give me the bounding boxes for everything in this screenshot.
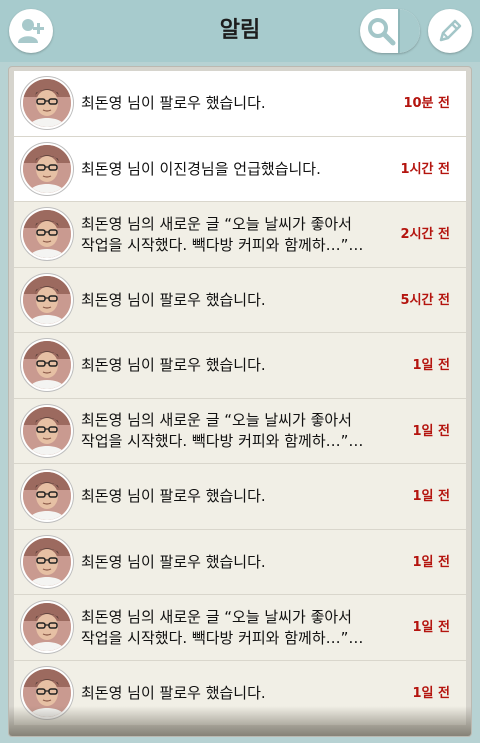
search-icon [368, 18, 396, 46]
header-bar: 알림 [0, 0, 480, 62]
notification-item[interactable]: 최돈영 님이 팔로우 했습니다. 10분 전 [14, 71, 466, 137]
notification-item[interactable]: 최돈영 님의 새로운 글 “오늘 날씨가 좋아서 작업을 시작했다. 빽다방 커… [14, 202, 466, 268]
notification-item[interactable]: 최돈영 님의 새로운 글 “오늘 날씨가 좋아서 작업을 시작했다. 빽다방 커… [14, 398, 466, 464]
profile-photo-icon [23, 275, 71, 324]
avatar[interactable] [21, 273, 73, 326]
notification-item[interactable]: 최돈영 님이 팔로우 했습니다. 1일 전 [14, 660, 466, 726]
notification-message: 최돈영 님이 팔로우 했습니다. [81, 487, 266, 505]
notification-message: 최돈영 님의 새로운 글 “오늘 날씨가 좋아서 작업을 시작했다. 빽다방 커… [81, 214, 364, 254]
notification-item[interactable]: 최돈영 님이 이진경님을 언급했습니다. 1시간 전 [14, 136, 466, 202]
avatar[interactable] [21, 208, 73, 260]
search-toggle-button[interactable] [360, 9, 420, 53]
avatar[interactable] [21, 666, 73, 719]
profile-photo-icon [23, 341, 71, 389]
notification-message: 최돈영 님이 팔로우 했습니다. [81, 94, 266, 112]
notification-list: 최돈영 님이 팔로우 했습니다. 10분 전 최돈영 님이 이진경님을 언급했습… [14, 71, 466, 726]
avatar[interactable] [21, 77, 73, 129]
profile-photo-icon [23, 406, 71, 455]
notification-text: 최돈영 님이 팔로우 했습니다. [81, 464, 381, 529]
profile-photo-icon [23, 472, 71, 520]
notification-item[interactable]: 최돈영 님의 새로운 글 “오늘 날씨가 좋아서 작업을 시작했다. 빽다방 커… [14, 595, 466, 661]
notification-panel: 최돈영 님이 팔로우 했습니다. 10분 전 최돈영 님이 이진경님을 언급했습… [8, 66, 472, 737]
notification-message: 최돈영 님의 새로운 글 “오늘 날씨가 좋아서 작업을 시작했다. 빽다방 커… [81, 411, 364, 450]
notification-text: 최돈영 님이 이진경님을 언급했습니다. [81, 137, 381, 202]
notification-message: 최돈영 님이 팔로우 했습니다. [81, 290, 266, 309]
notification-item[interactable]: 최돈영 님이 팔로우 했습니다. 1일 전 [14, 333, 466, 399]
notification-time: 1일 전 [412, 554, 451, 570]
profile-photo-icon [23, 668, 71, 717]
profile-photo-icon [23, 537, 71, 586]
notification-text: 최돈영 님이 팔로우 했습니다. [81, 333, 381, 398]
notification-item[interactable]: 최돈영 님이 팔로우 했습니다. 1일 전 [14, 529, 466, 595]
notification-text: 최돈영 님의 새로운 글 “오늘 날씨가 좋아서 작업을 시작했다. 빽다방 커… [81, 399, 381, 464]
notification-message: 최돈영 님이 팔로우 했습니다. [81, 552, 266, 571]
avatar[interactable] [21, 535, 73, 588]
notification-time: 5시간 전 [400, 292, 450, 308]
notification-time: 1일 전 [412, 423, 451, 439]
avatar[interactable] [21, 339, 73, 391]
notification-time: 2시간 전 [400, 227, 450, 242]
avatar[interactable] [21, 142, 73, 195]
notification-item[interactable]: 최돈영 님이 팔로우 했습니다. 5시간 전 [14, 267, 466, 333]
notification-text: 최돈영 님의 새로운 글 “오늘 날씨가 좋아서 작업을 시작했다. 빽다방 커… [81, 595, 381, 660]
notification-text: 최돈영 님이 팔로우 했습니다. [81, 71, 381, 136]
notification-message: 최돈영 님의 새로운 글 “오늘 날씨가 좋아서 작업을 시작했다. 빽다방 커… [81, 607, 364, 647]
profile-photo-icon [23, 79, 71, 127]
notification-message: 최돈영 님이 팔로우 했습니다. [81, 356, 266, 374]
notification-item[interactable]: 최돈영 님이 팔로우 했습니다. 1일 전 [14, 464, 466, 530]
notification-time: 1시간 전 [400, 161, 450, 177]
notification-text: 최돈영 님이 팔로우 했습니다. [81, 268, 381, 333]
notification-time: 1일 전 [412, 685, 451, 701]
notification-time: 10분 전 [403, 96, 450, 111]
avatar[interactable] [21, 601, 73, 653]
notification-time: 1일 전 [412, 358, 451, 373]
notification-text: 최돈영 님이 팔로우 했습니다. [81, 661, 381, 726]
pencil-icon [439, 19, 462, 42]
profile-photo-icon [23, 144, 71, 193]
compose-button[interactable] [428, 9, 472, 53]
toggle-indicator [398, 9, 420, 53]
avatar[interactable] [21, 470, 73, 522]
notification-message: 최돈영 님이 이진경님을 언급했습니다. [81, 159, 321, 178]
notification-time: 1일 전 [412, 489, 451, 504]
profile-photo-icon [23, 210, 71, 258]
notification-text: 최돈영 님이 팔로우 했습니다. [81, 530, 381, 595]
avatar[interactable] [21, 404, 73, 457]
notification-time: 1일 전 [412, 620, 451, 635]
notification-message: 최돈영 님이 팔로우 했습니다. [81, 683, 266, 702]
notification-text: 최돈영 님의 새로운 글 “오늘 날씨가 좋아서 작업을 시작했다. 빽다방 커… [81, 202, 381, 267]
profile-photo-icon [23, 603, 71, 651]
